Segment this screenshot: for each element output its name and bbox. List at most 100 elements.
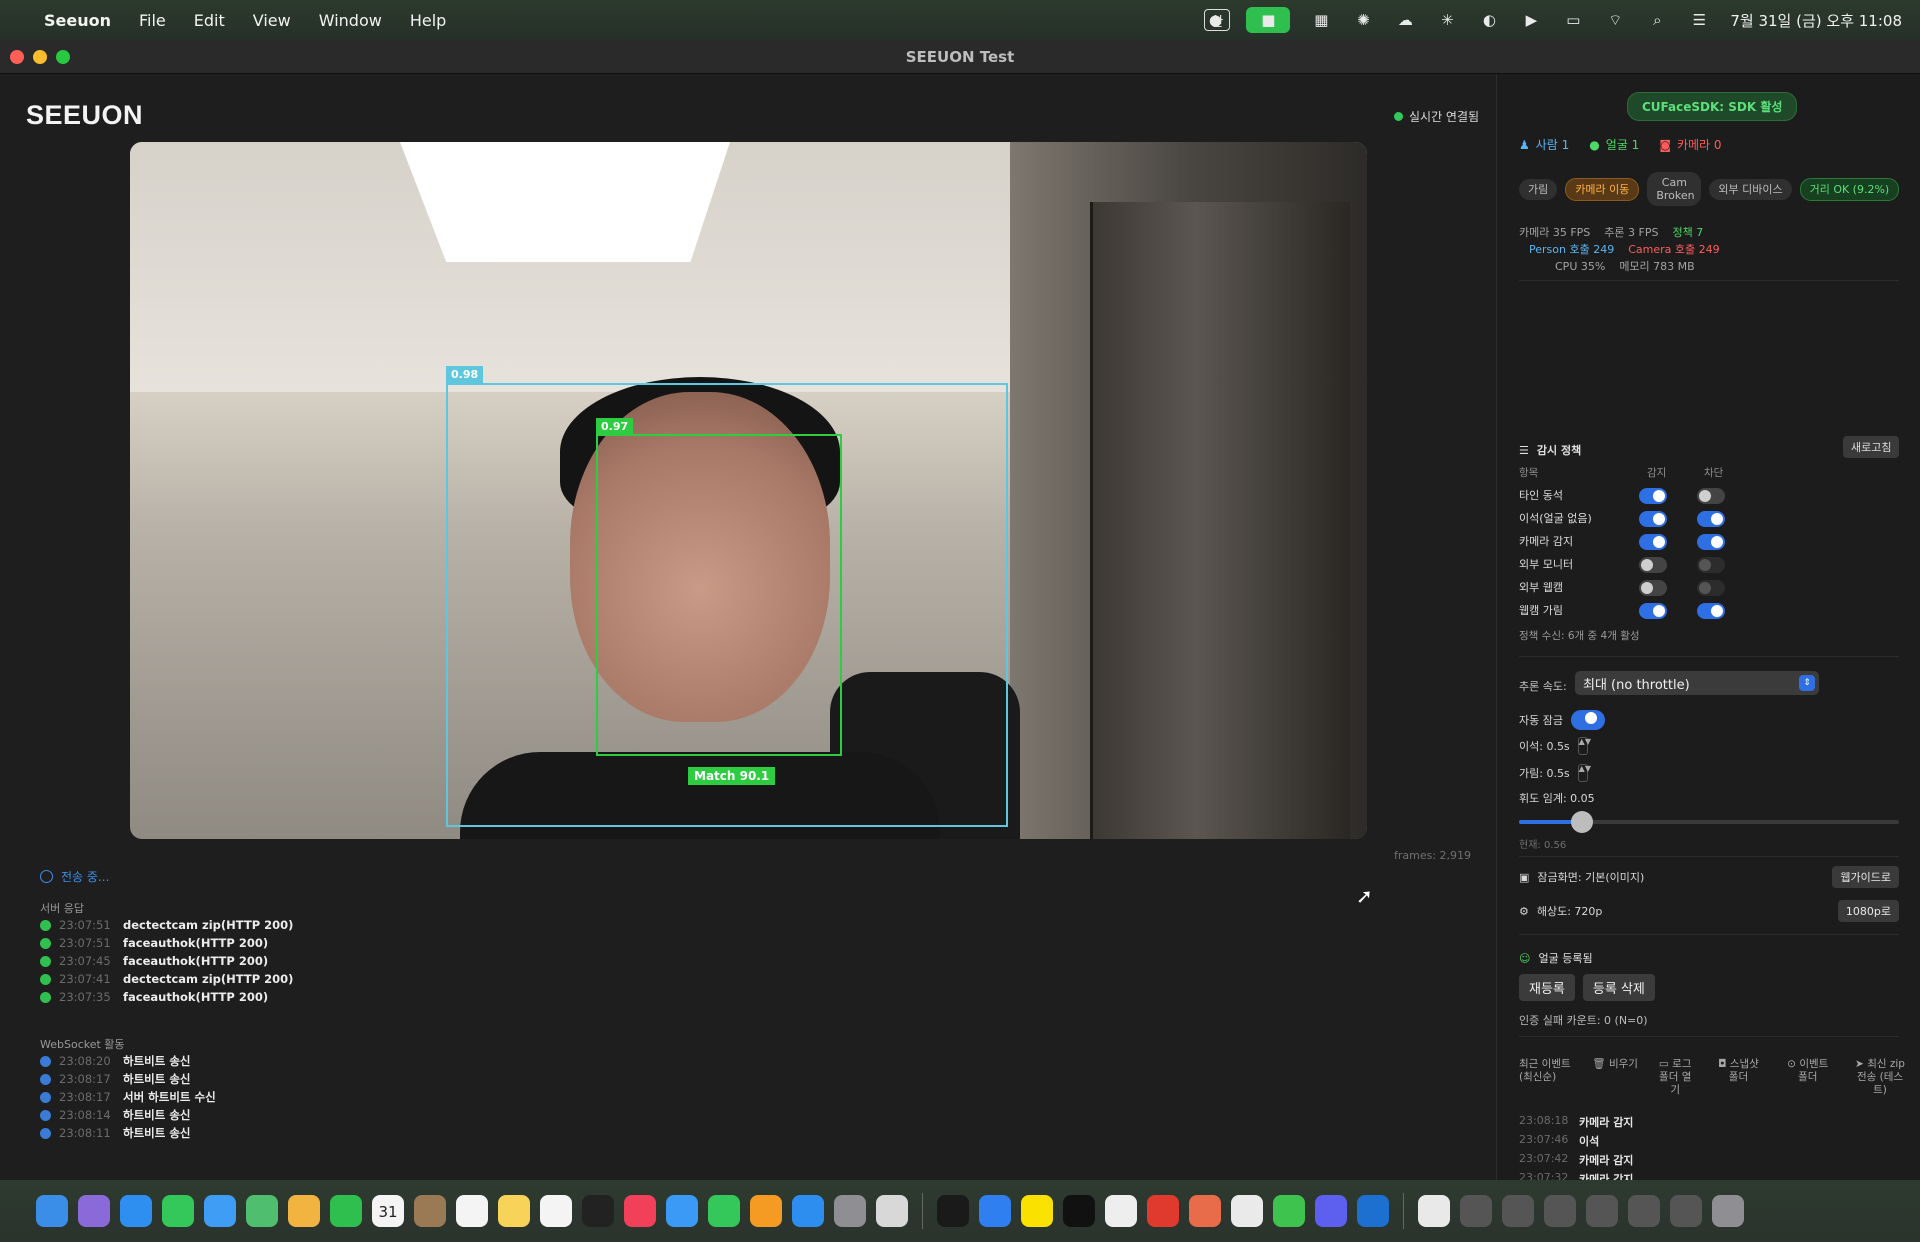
minimize-icon[interactable] (33, 50, 47, 64)
clear-button[interactable]: 🗑 비우기 (1592, 1058, 1638, 1097)
search-icon[interactable]: ⌕ (1646, 9, 1668, 31)
chat-icon[interactable]: ◐ (1478, 9, 1500, 31)
document-icon[interactable] (1418, 1195, 1450, 1227)
messages-icon[interactable] (162, 1195, 194, 1227)
block-toggle[interactable] (1697, 511, 1725, 527)
calendar-tray-icon[interactable]: ▦ (1310, 9, 1332, 31)
menu-window[interactable]: Window (319, 11, 382, 30)
window-thumbnail-icon[interactable] (1670, 1195, 1702, 1227)
leave-stepper[interactable]: ▲▼ (1577, 737, 1591, 755)
lockscreen-button[interactable]: 웹가이드로 (1832, 866, 1899, 888)
app-store-icon[interactable] (792, 1195, 824, 1227)
menu-help[interactable]: Help (410, 11, 446, 30)
block-toggle[interactable] (1697, 580, 1725, 596)
block-toggle[interactable] (1697, 488, 1725, 504)
detection-counts: ♟ 사람 1 ● 얼굴 1 ◙ 카메라 0 (1519, 136, 1722, 153)
freeform-icon[interactable] (540, 1195, 572, 1227)
facetime-icon[interactable] (330, 1195, 362, 1227)
detect-toggle[interactable] (1639, 511, 1667, 527)
slider-knob[interactable] (1571, 811, 1593, 833)
control-center-icon[interactable]: ☰ (1688, 9, 1710, 31)
textedit-icon[interactable] (1105, 1195, 1137, 1227)
policy-row: 외부 웹캠 (1519, 576, 1899, 599)
window-thumbnail-icon[interactable] (1628, 1195, 1660, 1227)
clock[interactable]: 7월 31일 (금) 오후 11:08 (1730, 10, 1902, 31)
detect-toggle[interactable] (1639, 534, 1667, 550)
photos-icon[interactable] (288, 1195, 320, 1227)
reregister-button[interactable]: 재등록 (1519, 974, 1575, 1001)
pages-icon[interactable] (750, 1195, 782, 1227)
download-stack-icon[interactable] (1460, 1195, 1492, 1227)
chrome-icon[interactable] (1231, 1195, 1263, 1227)
snapshot-folder-button[interactable]: ◘ 스냅샷 폴더 (1712, 1058, 1764, 1097)
finder-icon[interactable] (36, 1195, 68, 1227)
input-method-icon[interactable]: 한 (1204, 9, 1231, 31)
updown-chevron-icon: ⇕ (1799, 675, 1815, 691)
claude-icon[interactable] (1189, 1195, 1221, 1227)
iphone-mirroring-icon[interactable] (876, 1195, 908, 1227)
close-icon[interactable] (10, 50, 24, 64)
trash-icon[interactable] (1712, 1195, 1744, 1227)
detect-toggle[interactable] (1639, 488, 1667, 504)
detect-toggle[interactable] (1639, 603, 1667, 619)
messenger-icon[interactable] (1315, 1195, 1347, 1227)
list-item: 23:07:45 faceauthok(HTTP 200) (40, 952, 293, 970)
maps-icon[interactable] (246, 1195, 278, 1227)
sparkle-icon[interactable]: ✳ (1436, 9, 1458, 31)
block-toggle[interactable] (1697, 534, 1725, 550)
mail-icon[interactable] (204, 1195, 236, 1227)
window-thumbnail-icon[interactable] (1544, 1195, 1576, 1227)
acrobat-icon[interactable] (1147, 1195, 1179, 1227)
block-toggle[interactable] (1697, 603, 1725, 619)
play-icon[interactable]: ▶ (1520, 9, 1542, 31)
cover-stepper[interactable]: ▲▼ (1577, 764, 1591, 782)
cloud-icon[interactable]: ☁ (1394, 9, 1416, 31)
reminders-icon[interactable] (456, 1195, 488, 1227)
apple-tv-icon[interactable] (582, 1195, 614, 1227)
safari-icon[interactable] (120, 1195, 152, 1227)
numbers-icon[interactable] (708, 1195, 740, 1227)
auto-lock-setting: 자동 잠금 (1519, 710, 1605, 730)
delete-registration-button[interactable]: 등록 삭제 (1582, 974, 1655, 1001)
detect-toggle[interactable] (1639, 557, 1667, 573)
auto-lock-toggle[interactable] (1570, 710, 1605, 730)
block-toggle[interactable] (1697, 557, 1725, 573)
music-icon[interactable] (624, 1195, 656, 1227)
event-folder-button[interactable]: ⊙ 이벤트 폴더 (1782, 1058, 1834, 1097)
app-title: SEEUON (26, 100, 144, 130)
wifi-icon[interactable]: ⌔ (1604, 9, 1626, 31)
battery-icon[interactable]: ▭ (1562, 9, 1584, 31)
detect-toggle[interactable] (1639, 580, 1667, 596)
seeuon-icon[interactable] (1357, 1195, 1389, 1227)
line-icon[interactable] (1273, 1195, 1305, 1227)
calendar-icon[interactable]: 31 (372, 1195, 404, 1227)
window-thumbnail-icon[interactable] (1502, 1195, 1534, 1227)
menu-edit[interactable]: Edit (194, 11, 225, 30)
launchpad-icon[interactable] (78, 1195, 110, 1227)
brightness-slider[interactable] (1519, 811, 1899, 833)
xcode-icon[interactable] (979, 1195, 1011, 1227)
policy-row: 타인 동석 (1519, 484, 1899, 507)
terminal-icon[interactable] (1063, 1195, 1095, 1227)
policy-row: 웹캠 가림 (1519, 599, 1899, 622)
send-zip-button[interactable]: ➤ 최신 zip 전송 (테스트) (1851, 1058, 1909, 1097)
window-thumbnail-icon[interactable] (1586, 1195, 1618, 1227)
keynote-icon[interactable] (666, 1195, 698, 1227)
contacts-icon[interactable] (414, 1195, 446, 1227)
resolution-button[interactable]: 1080p로 (1837, 900, 1899, 922)
menu-view[interactable]: View (253, 11, 291, 30)
system-settings-icon[interactable] (834, 1195, 866, 1227)
menu-app-name[interactable]: Seeuon (44, 11, 111, 30)
activity-monitor-icon[interactable] (937, 1195, 969, 1227)
list-item: 23:07:35 faceauthok(HTTP 200) (40, 988, 293, 1006)
speed-select[interactable]: 최대 (no throttle) ⇕ (1575, 671, 1819, 695)
openai-icon[interactable]: ✺ (1352, 9, 1374, 31)
list-settings-icon: ☰ (1519, 443, 1529, 457)
notes-icon[interactable] (498, 1195, 530, 1227)
refresh-button[interactable]: 새로고침 (1843, 436, 1900, 458)
video-camera-icon[interactable]: ■ (1246, 7, 1291, 33)
open-log-folder-button[interactable]: ▭ 로그 폴더 열기 (1655, 1058, 1695, 1097)
zoom-icon[interactable] (56, 50, 70, 64)
menu-file[interactable]: File (139, 11, 166, 30)
kakaotalk-icon[interactable] (1021, 1195, 1053, 1227)
